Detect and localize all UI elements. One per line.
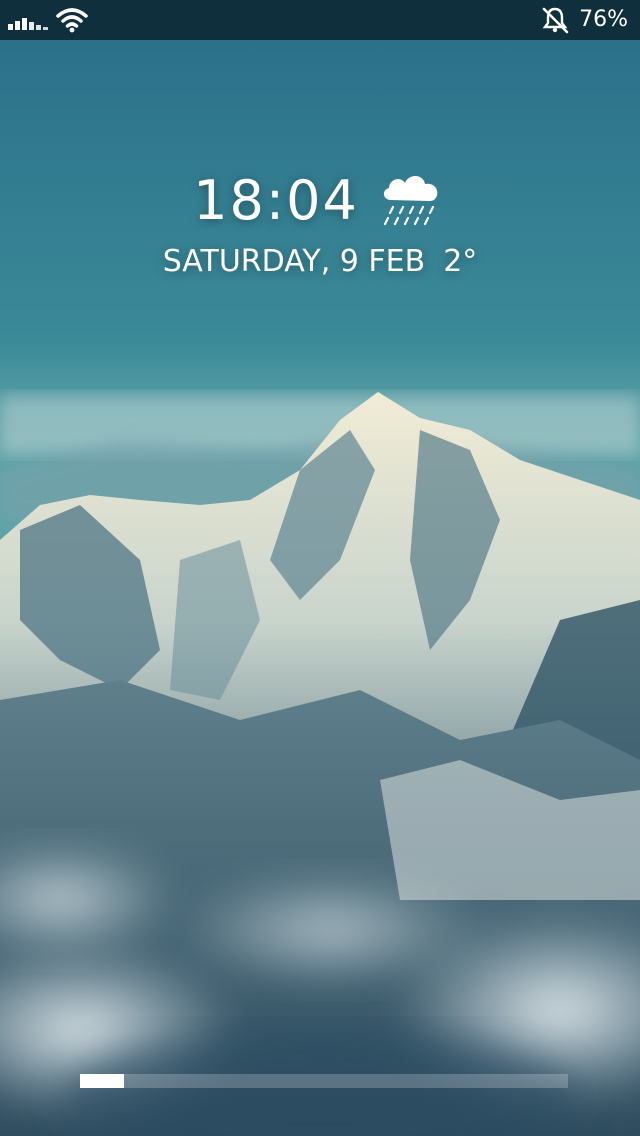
time-display: 18:04 bbox=[193, 169, 359, 232]
status-bar: 76% bbox=[0, 0, 640, 40]
temperature-display: 2° bbox=[443, 244, 478, 279]
wifi-icon bbox=[56, 8, 88, 33]
battery-percentage: 76% bbox=[579, 7, 628, 32]
unlock-slider-track[interactable] bbox=[80, 1074, 568, 1088]
date-display: SATURDAY, 9 FEB bbox=[162, 244, 426, 279]
bell-muted-icon bbox=[542, 7, 569, 34]
date-row: SATURDAY, 9 FEB 2° bbox=[0, 240, 640, 284]
rain-cloud-icon bbox=[383, 176, 438, 226]
time-row: 18:04 bbox=[193, 166, 447, 236]
lock-screen-clock: 18:04 SATURDAY, 9 FEB 2° bbox=[0, 166, 640, 284]
signal-bars-icon bbox=[8, 12, 48, 30]
unlock-slider-handle[interactable] bbox=[80, 1074, 124, 1088]
